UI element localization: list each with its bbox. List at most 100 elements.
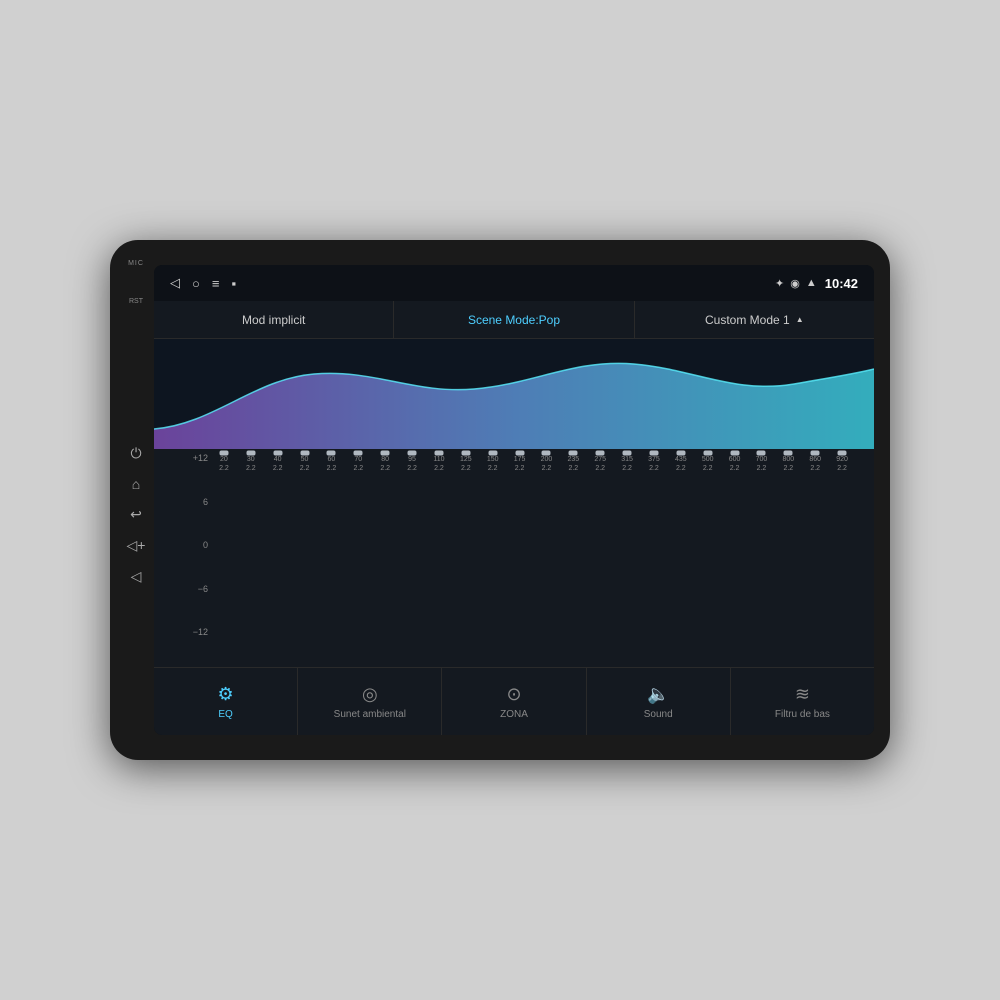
slider-thumb-860[interactable]	[811, 451, 820, 456]
slider-col-435[interactable]: 4352.2	[669, 453, 693, 473]
scale-labels: +12 6 0 −6 −12	[184, 449, 212, 667]
home-nav-icon[interactable]: ○	[192, 276, 200, 291]
slider-col-920[interactable]: 9202.2	[830, 453, 854, 473]
zona-icon: ⊙	[506, 684, 521, 705]
slider-thumb-30[interactable]	[246, 451, 255, 456]
slider-col-110[interactable]: 1102.2	[427, 453, 451, 473]
back-side-icon[interactable]: ↩	[130, 506, 142, 523]
slider-label-150: 1502.2	[487, 455, 499, 473]
mode-implicit[interactable]: Mod implicit	[154, 301, 394, 338]
slider-thumb-275[interactable]	[596, 451, 605, 456]
slider-col-315[interactable]: 3152.2	[615, 453, 639, 473]
slider-thumb-125[interactable]	[461, 451, 470, 456]
slider-thumb-315[interactable]	[623, 451, 632, 456]
slider-label-860: 8602.2	[809, 455, 821, 473]
slider-col-600[interactable]: 6002.2	[723, 453, 747, 473]
slider-label-125: 1252.2	[460, 455, 472, 473]
slider-thumb-70[interactable]	[354, 451, 363, 456]
nav-eq[interactable]: ⚙ EQ	[154, 668, 298, 735]
scale-0: 0	[184, 540, 212, 550]
clock: 10:42	[825, 276, 858, 291]
scale-6: 6	[184, 497, 212, 507]
slider-thumb-375[interactable]	[649, 451, 658, 456]
slider-col-235[interactable]: 2352.2	[561, 453, 585, 473]
back-nav-icon[interactable]: ◁	[170, 275, 180, 291]
filtru-icon: ≋	[795, 684, 810, 705]
slider-label-50: 502.2	[300, 455, 310, 473]
slider-col-150[interactable]: 1502.2	[481, 453, 505, 473]
slider-thumb-800[interactable]	[784, 451, 793, 456]
slider-label-235: 2352.2	[567, 455, 579, 473]
slider-label-375: 3752.2	[648, 455, 660, 473]
home-side-icon[interactable]: ⌂	[132, 476, 140, 492]
slider-thumb-110[interactable]	[434, 451, 443, 456]
nav-sunet[interactable]: ◎ Sunet ambiental	[298, 668, 442, 735]
slider-label-175: 1752.2	[514, 455, 526, 473]
slider-thumb-600[interactable]	[730, 451, 739, 456]
slider-thumb-80[interactable]	[381, 451, 390, 456]
slider-label-80: 802.2	[380, 455, 390, 473]
sound-label: Sound	[644, 709, 673, 720]
slider-col-60[interactable]: 602.2	[320, 453, 344, 473]
slider-col-500[interactable]: 5002.2	[696, 453, 720, 473]
nav-sound[interactable]: 🔈 Sound	[587, 668, 731, 735]
slider-label-110: 1102.2	[433, 455, 444, 473]
status-bar: ◁ ○ ≡ ▪ ✦ ◉ ▲ 10:42	[154, 265, 874, 301]
power-icon[interactable]: ⏻	[130, 445, 141, 462]
mode-scene[interactable]: Scene Mode:Pop	[394, 301, 634, 338]
slider-col-275[interactable]: 2752.2	[588, 453, 612, 473]
bottom-nav: ⚙ EQ ◎ Sunet ambiental ⊙ ZONA 🔈 Sound ≋ …	[154, 667, 874, 735]
vol-down-icon[interactable]: ◁	[131, 568, 142, 585]
slider-col-20[interactable]: 202.2	[212, 453, 236, 473]
sliders-area: 202.2302.2 402.2 502.2 602.2 702.2 802.2 952.2…	[212, 449, 854, 503]
slider-col-200[interactable]: 2002.2	[535, 453, 559, 473]
slider-thumb-200[interactable]	[542, 451, 551, 456]
slider-col-80[interactable]: 802.2	[373, 453, 397, 473]
slider-col-70[interactable]: 702.2	[346, 453, 370, 473]
slider-thumb-150[interactable]	[488, 451, 497, 456]
nav-zona[interactable]: ⊙ ZONA	[442, 668, 586, 735]
slider-thumb-175[interactable]	[515, 451, 524, 456]
sunet-icon: ◎	[362, 684, 378, 705]
mode-custom[interactable]: Custom Mode 1 ▲	[635, 301, 874, 338]
slider-label-40: 402.2	[273, 455, 283, 473]
slider-col-800[interactable]: 8002.2	[776, 453, 800, 473]
recents-nav-icon[interactable]: ▪	[231, 276, 236, 291]
location-icon: ◉	[790, 277, 800, 290]
slider-col-50[interactable]: 502.2	[293, 453, 317, 473]
sound-icon: 🔈	[647, 684, 669, 705]
slider-thumb-20[interactable]	[219, 451, 228, 456]
menu-nav-icon[interactable]: ≡	[212, 276, 220, 291]
status-left: ◁ ○ ≡ ▪	[170, 275, 236, 291]
eq-icon: ⚙	[218, 684, 234, 705]
slider-label-70: 702.2	[353, 455, 363, 473]
slider-thumb-920[interactable]	[838, 451, 847, 456]
slider-col-40[interactable]: 402.2	[266, 453, 290, 473]
slider-thumb-700[interactable]	[757, 451, 766, 456]
slider-col-375[interactable]: 3752.2	[642, 453, 666, 473]
slider-col-125[interactable]: 1252.2	[454, 453, 478, 473]
slider-label-700: 7002.2	[756, 455, 768, 473]
slider-thumb-60[interactable]	[327, 451, 336, 456]
slider-thumb-235[interactable]	[569, 451, 578, 456]
status-right: ✦ ◉ ▲ 10:42	[775, 276, 858, 291]
slider-thumb-40[interactable]	[273, 451, 282, 456]
wifi-icon: ▲	[806, 277, 817, 289]
slider-col-95[interactable]: 952.2	[400, 453, 424, 473]
status-icons: ✦ ◉ ▲	[775, 277, 817, 290]
nav-filtru[interactable]: ≋ Filtru de bas	[731, 668, 874, 735]
vol-up-icon[interactable]: ◁+	[127, 537, 146, 554]
eq-label: EQ	[218, 709, 232, 720]
slider-thumb-95[interactable]	[408, 451, 417, 456]
slider-col-30[interactable]: 302.2	[239, 453, 263, 473]
slider-thumb-50[interactable]	[300, 451, 309, 456]
slider-thumb-500[interactable]	[703, 451, 712, 456]
slider-label-95: 952.2	[407, 455, 417, 473]
slider-thumb-435[interactable]	[676, 451, 685, 456]
slider-col-860[interactable]: 8602.2	[803, 453, 827, 473]
slider-label-200: 2002.2	[541, 455, 553, 473]
eq-wave-svg	[154, 339, 874, 449]
slider-col-700[interactable]: 7002.2	[750, 453, 774, 473]
slider-col-175[interactable]: 1752.2	[508, 453, 532, 473]
slider-label-800: 8002.2	[782, 455, 794, 473]
